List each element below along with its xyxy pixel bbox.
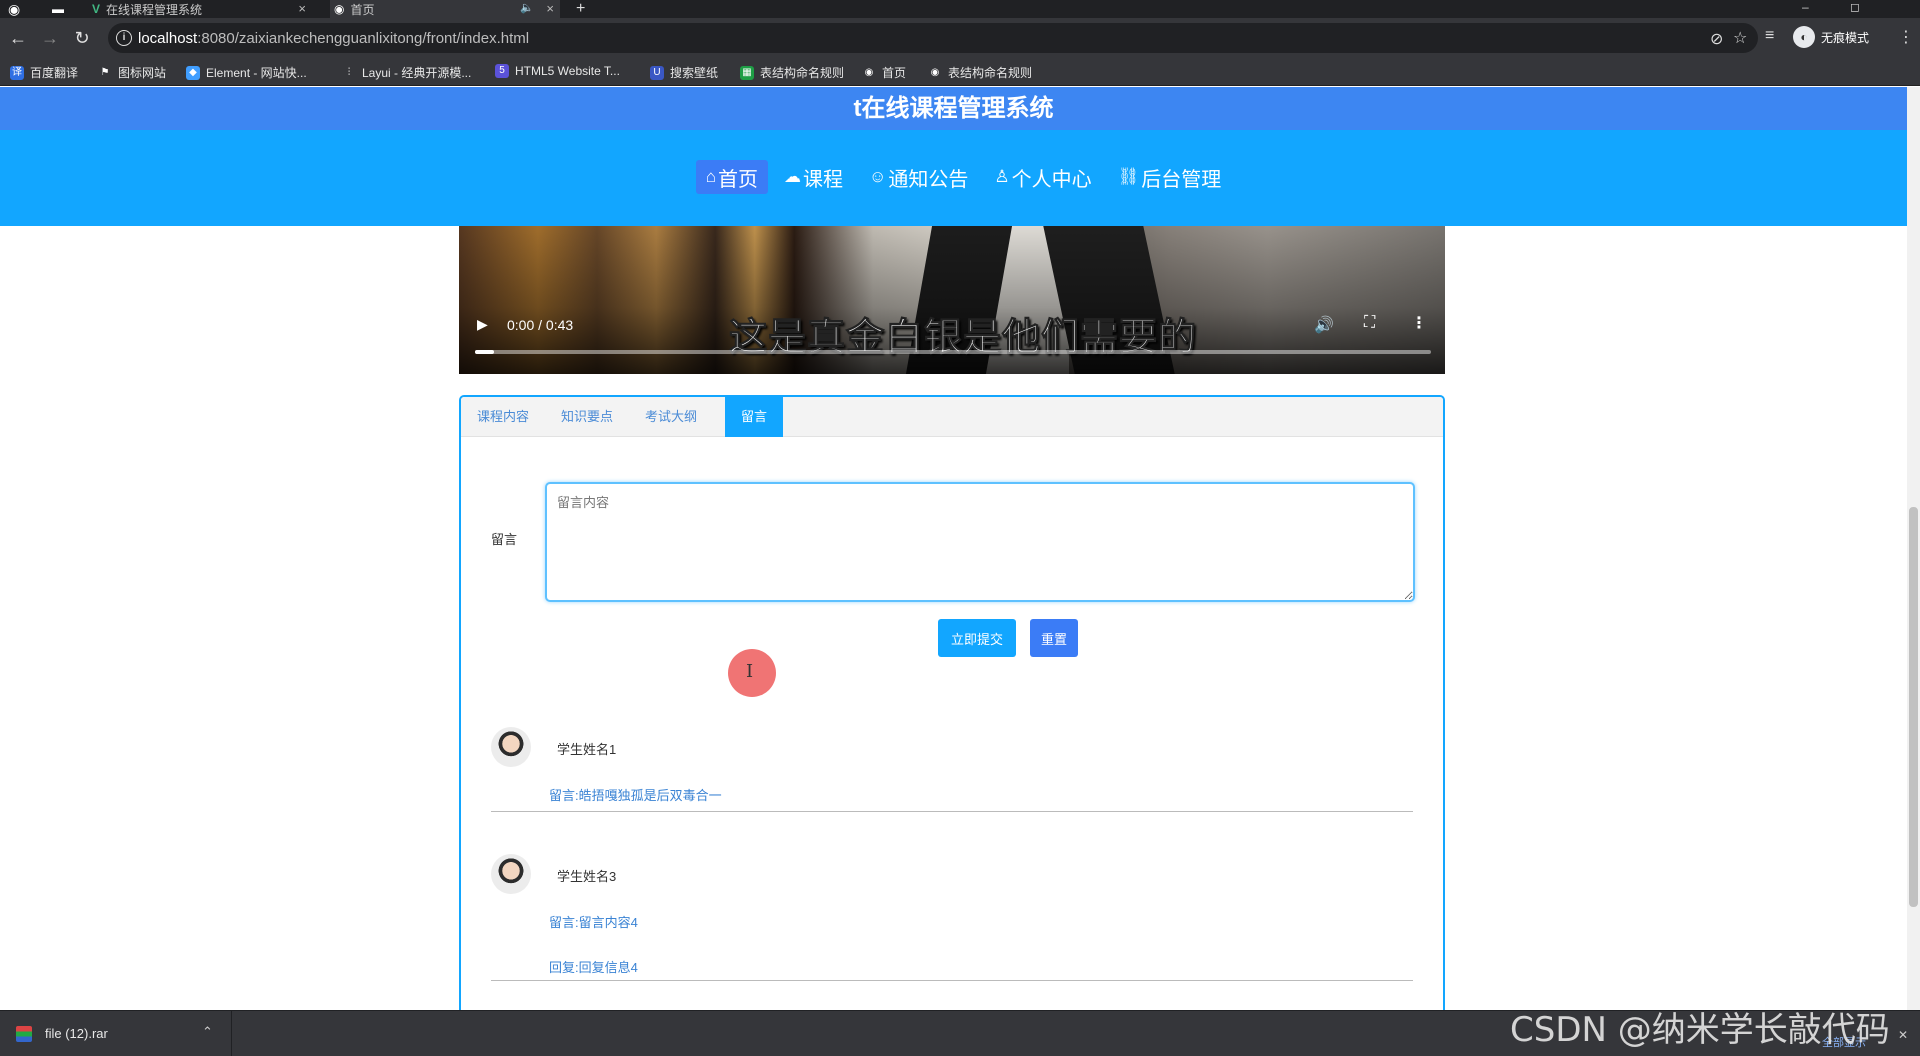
bookmark-item[interactable]: ◉ 首页 bbox=[862, 64, 906, 81]
tab-comments[interactable]: 留言 bbox=[725, 397, 784, 437]
close-tab-icon[interactable]: × bbox=[298, 1, 306, 16]
chevron-up-icon[interactable]: ⌃ bbox=[202, 1024, 213, 1040]
site-nav-bar: ⌂ 首页 ☁ 课程 ☺ 通知公告 ♙ 个人中心 ⛓ 后台管理 bbox=[0, 130, 1907, 226]
baidu-translate-icon: 译 bbox=[10, 65, 24, 80]
tab-exam-outline[interactable]: 考试大纲 bbox=[629, 397, 713, 437]
watermark: CSDN @纳米学长敲代码 bbox=[1510, 1010, 1890, 1050]
incognito-indicator[interactable]: ◐ 无痕模式 bbox=[1793, 26, 1869, 48]
globe-icon: ◉ bbox=[864, 66, 874, 78]
fullscreen-icon[interactable]: ⛶ bbox=[1364, 314, 1375, 332]
bookmark-star-icon[interactable]: ☆ bbox=[1733, 28, 1747, 48]
bookmark-item[interactable]: 译百度翻译 bbox=[10, 64, 78, 81]
home-icon: ⌂ bbox=[705, 167, 717, 186]
comment-message: 留言:皓捂嘎独孤是后双毒合一 bbox=[549, 788, 722, 803]
browser-tab-strip: ◉ ▬ V 在线课程管理系统 × ◉ 首页 🔈 × + – ◻ bbox=[0, 0, 1920, 18]
browser-toolbar: ← → ↻ i localhost:8080/zaixiankechenggua… bbox=[0, 18, 1920, 58]
rar-file-icon bbox=[16, 1026, 32, 1042]
comment-item: 学生姓名1 留言:皓捂嘎独孤是后双毒合一 bbox=[491, 727, 1413, 812]
incognito-label: 无痕模式 bbox=[1821, 30, 1870, 45]
video-progress-fill bbox=[475, 350, 495, 354]
download-item[interactable]: file (12).rar ⌃ bbox=[0, 1011, 232, 1056]
comment-field-label: 留言 bbox=[491, 532, 518, 547]
new-tab-button[interactable]: + bbox=[576, 0, 585, 18]
layui-icon: ⫶ bbox=[347, 66, 351, 78]
reload-icon[interactable]: ↻ bbox=[70, 26, 94, 50]
bookmark-item[interactable]: ◆ Element - 网站快... bbox=[186, 64, 307, 81]
globe-icon: ◉ bbox=[930, 66, 940, 78]
cloud-icon: ☁ bbox=[784, 167, 802, 186]
back-arrow-icon[interactable]: ← bbox=[6, 26, 30, 50]
video-time: 0:00 / 0:43 bbox=[507, 317, 574, 333]
nav-item-admin[interactable]: ⛓ 后台管理 bbox=[1108, 160, 1232, 194]
bookmark-item[interactable]: 5 HTML5 Website T... bbox=[495, 64, 620, 78]
comment-author: 学生姓名1 bbox=[557, 742, 617, 757]
link-icon: ⛓ bbox=[1117, 167, 1140, 186]
incognito-icon: ◐ bbox=[1793, 26, 1815, 48]
tracking-protection-icon[interactable]: ⊘ bbox=[1710, 29, 1723, 49]
nav-item-notices[interactable]: ☺ 通知公告 bbox=[859, 160, 978, 194]
nav-item-profile[interactable]: ♙ 个人中心 bbox=[984, 160, 1101, 194]
maximize-button[interactable]: ◻ bbox=[1850, 0, 1860, 14]
mute-icon[interactable]: 🔈 bbox=[520, 1, 534, 14]
tab-knowledge-points[interactable]: 知识要点 bbox=[545, 397, 629, 437]
tab-title: 在线课程管理系统 bbox=[106, 2, 203, 17]
globe-icon: ◉ bbox=[334, 2, 345, 16]
nav-item-home[interactable]: ⌂ 首页 bbox=[695, 160, 769, 194]
comment-reply: 回复:回复信息4 bbox=[549, 960, 638, 975]
close-tab-icon[interactable]: × bbox=[546, 1, 554, 16]
site-info-icon[interactable]: i bbox=[116, 30, 132, 46]
vue-icon: V bbox=[92, 2, 101, 16]
more-options-icon[interactable]: ⋮ bbox=[1411, 313, 1427, 333]
volume-icon[interactable]: 🔊 bbox=[1314, 315, 1334, 335]
comment-message: 留言:留言内容4 bbox=[549, 915, 638, 930]
bookmark-item[interactable]: ⚑ 图标网站 bbox=[98, 64, 167, 81]
course-detail-card: 课程内容 知识要点 考试大纲 留言 留言 I 立即提交 重置 学生姓名1 留言:… bbox=[459, 395, 1445, 1010]
comment-item: 学生姓名3 留言:留言内容4 回复:回复信息4 bbox=[491, 854, 1413, 981]
browser-tab-2[interactable]: ◉ 首页 🔈 × bbox=[330, 0, 560, 18]
url-text[interactable]: localhost:8080/zaixiankechengguanlixiton… bbox=[138, 30, 529, 47]
browser-tab-1[interactable]: V 在线课程管理系统 × bbox=[92, 0, 312, 18]
bookmark-item[interactable]: ◉ 表结构命名规则 bbox=[928, 64, 1032, 81]
bookmark-item[interactable]: ⫶ Layui - 经典开源模... bbox=[342, 64, 472, 81]
close-icon[interactable]: ✕ bbox=[1898, 1028, 1908, 1042]
user-icon: ♙ bbox=[994, 167, 1010, 186]
html5-icon: 5 bbox=[495, 64, 509, 78]
reading-list-icon[interactable]: ≡ bbox=[1765, 27, 1774, 45]
sheet-icon: ▦ bbox=[740, 65, 754, 80]
download-file-name: file (12).rar bbox=[45, 1026, 108, 1041]
minimize-button[interactable]: – bbox=[1802, 0, 1809, 14]
page-viewport: t在线课程管理系统 ⌂ 首页 ☁ 课程 ☺ 通知公告 ♙ 个人中心 ⛓ 后台管理 这是真金… bbox=[0, 87, 1920, 1010]
element-icon: ◆ bbox=[186, 65, 200, 80]
comment-textarea[interactable] bbox=[545, 482, 1415, 602]
browser-menu-icon[interactable]: ◉ bbox=[8, 0, 20, 18]
video-progress-bar[interactable] bbox=[475, 350, 1431, 354]
wallpaper-icon: U bbox=[650, 65, 664, 80]
address-bar[interactable]: i localhost:8080/zaixiankechengguanlixit… bbox=[108, 23, 1758, 53]
play-icon[interactable]: ▶ bbox=[477, 316, 488, 333]
flag-icon: ⚑ bbox=[100, 66, 110, 78]
text-cursor-icon: I bbox=[746, 661, 754, 682]
avatar bbox=[491, 727, 531, 767]
video-player[interactable]: 这是真金白银是他们需要的 ▶ 0:00 / 0:43 🔊 ⛶ ⋮ bbox=[459, 226, 1445, 374]
scrollbar-thumb[interactable] bbox=[1909, 507, 1918, 907]
avatar bbox=[491, 854, 531, 894]
reset-button[interactable]: 重置 bbox=[1030, 619, 1078, 657]
page-scrollbar[interactable] bbox=[1907, 87, 1920, 1010]
site-title: t在线课程管理系统 bbox=[0, 87, 1907, 130]
bookmark-item[interactable]: U 搜索壁纸 bbox=[650, 64, 718, 81]
tab-search-icon[interactable]: ▬ bbox=[52, 0, 64, 18]
tab-title: 首页 bbox=[350, 2, 375, 17]
card-tabs: 课程内容 知识要点 考试大纲 留言 bbox=[461, 397, 1443, 437]
comment-author: 学生姓名3 bbox=[557, 869, 617, 884]
bookmarks-bar: 译百度翻译 ⚑ 图标网站 ◆ Element - 网站快... ⫶ Layui - 经… bbox=[0, 58, 1920, 86]
submit-button[interactable]: 立即提交 bbox=[938, 619, 1016, 657]
forward-arrow-icon[interactable]: → bbox=[38, 26, 62, 50]
browser-menu-kebab-icon[interactable]: ⋮ bbox=[1898, 27, 1914, 47]
smile-icon: ☺ bbox=[869, 167, 887, 186]
nav-item-courses[interactable]: ☁ 课程 bbox=[774, 160, 853, 194]
bookmark-item[interactable]: ▦ 表结构命名规则 bbox=[740, 64, 844, 81]
tab-course-content[interactable]: 课程内容 bbox=[461, 397, 545, 437]
